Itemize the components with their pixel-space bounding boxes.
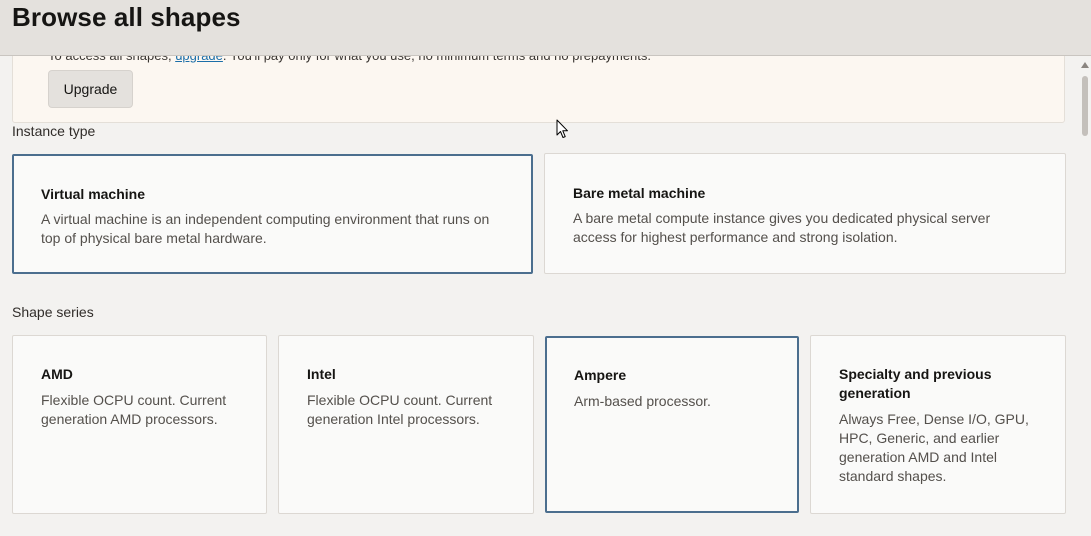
option-title: AMD	[41, 366, 73, 382]
mouse-cursor-icon	[556, 119, 568, 138]
instance-option-virtual-machine[interactable]: Virtual machine A virtual machine is an …	[12, 154, 533, 274]
option-title: Specialty and previous generation	[839, 366, 992, 401]
shape-series-intel[interactable]: Intel Flexible OCPU count. Current gener…	[278, 335, 534, 514]
page-title: Browse all shapes	[12, 2, 241, 32]
option-description: Flexible OCPU count. Current generation …	[41, 392, 227, 427]
option-description: A bare metal compute instance gives you …	[573, 210, 991, 245]
upgrade-button[interactable]: Upgrade	[48, 70, 133, 108]
shape-series-amd[interactable]: AMD Flexible OCPU count. Current generat…	[12, 335, 267, 514]
option-description: Flexible OCPU count. Current generation …	[307, 392, 493, 427]
scroll-up-arrow-icon[interactable]	[1081, 62, 1089, 68]
vertical-scrollbar[interactable]	[1079, 56, 1091, 536]
instance-type-label: Instance type	[12, 123, 96, 139]
option-title: Ampere	[574, 367, 627, 383]
shape-series-ampere[interactable]: Ampere Arm-based processor.	[545, 336, 799, 513]
panel-header: Browse all shapes	[0, 0, 1091, 56]
option-title: Bare metal machine	[573, 185, 706, 201]
shape-series-label: Shape series	[12, 304, 94, 320]
option-title: Intel	[307, 366, 336, 382]
option-title: Virtual machine	[41, 186, 146, 202]
option-description: A virtual machine is an independent comp…	[41, 211, 490, 246]
shape-series-specialty[interactable]: Specialty and previous generation Always…	[810, 335, 1066, 514]
browse-shapes-panel: Browse all shapes To access all shapes, …	[0, 0, 1091, 536]
instance-option-bare-metal[interactable]: Bare metal machine A bare metal compute …	[544, 153, 1066, 274]
option-description: Always Free, Dense I/O, GPU, HPC, Generi…	[839, 411, 1029, 484]
scroll-thumb[interactable]	[1082, 76, 1088, 136]
option-description: Arm-based processor.	[574, 393, 711, 409]
